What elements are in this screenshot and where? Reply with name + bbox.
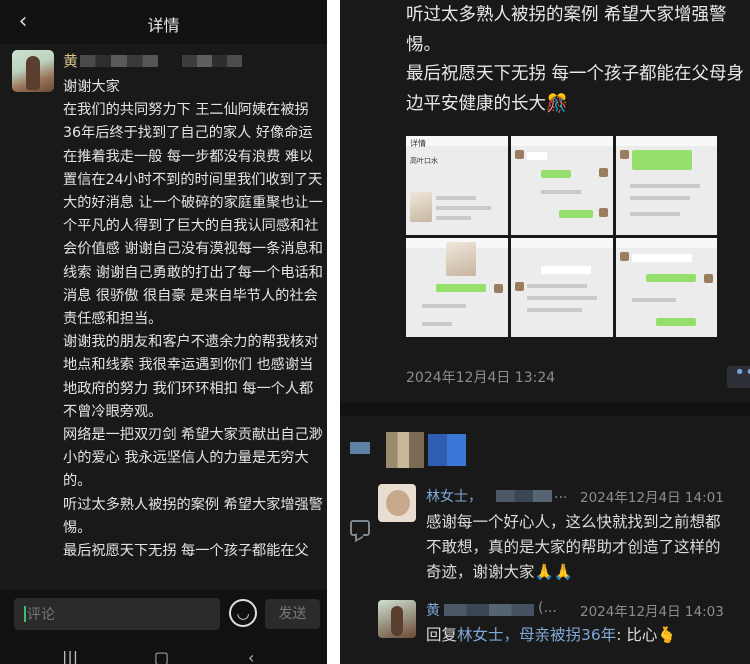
comment-text: 回复林女士，母亲被拐36年: 比心🫰	[426, 623, 736, 648]
image-grid: 详情 高叶口水	[406, 136, 717, 337]
post-paragraph: 最后祝愿天下无拐 每一个孩子都能在父母身边平安健康的长大🎊	[406, 64, 745, 114]
liker-avatar[interactable]	[428, 434, 466, 466]
post-message: 谢谢大家 在我们的共同努力下 王二仙阿姨在被拐36年后终于找到了自己的家人 好像…	[63, 76, 325, 563]
comment-timestamp: 2024年12月4日 14:01	[580, 490, 724, 506]
nav-recents-button[interactable]: |||	[62, 648, 78, 664]
text-caret	[24, 606, 26, 622]
post-paragraph: 在我们的共同努力下 王二仙阿姨在被拐36年后终于找到了自己的家人 好像命运在推着…	[63, 102, 323, 328]
like-heart-icon	[350, 442, 370, 454]
image-thumbnail[interactable]	[511, 136, 613, 235]
nav-home-button[interactable]: ▢	[154, 648, 169, 664]
image-thumbnail[interactable]	[511, 238, 613, 337]
nav-back-button[interactable]: ‹	[248, 648, 254, 664]
post-timestamp: 2024年12月4日 13:24	[406, 370, 556, 386]
reply-prefix: 回复	[426, 626, 458, 644]
commenter-avatar[interactable]	[378, 600, 416, 638]
post-paragraph: 听过太多熟人被拐的案例 希望大家增强警惕。	[406, 5, 727, 55]
reply-text: : 比心🫰	[616, 626, 677, 644]
comment-placeholder: 评论	[27, 607, 55, 623]
post-paragraph: 听过太多熟人被拐的案例 希望大家增强警惕。	[63, 496, 323, 536]
comment-text: 感谢每一个好心人，这么快就找到之前想都不敢想，真的是大家的帮助才创造了这样的奇迹…	[426, 513, 721, 581]
name-ellipsis: ...	[554, 486, 568, 502]
image-thumbnail[interactable]: 详情 高叶口水	[406, 136, 508, 235]
name-ellipsis: (...	[538, 600, 557, 616]
commenter-name[interactable]: 黄	[426, 600, 440, 620]
post-paragraph: 网络是一把双刃剑 希望大家贡献出自己渺小的爱心 我永远坚信人的力量是无穷大的。	[63, 427, 323, 490]
post-paragraph: 谢谢我的朋友和客户不遗余力的帮我核对地点和线索 我很幸运遇到你们 也感谢当地政府…	[63, 334, 319, 420]
comment-timestamp: 2024年12月4日 14:03	[580, 604, 724, 620]
divider	[327, 0, 340, 664]
page-title: 详情	[147, 16, 180, 35]
commenter-name[interactable]: 林女士，	[426, 486, 482, 506]
image-thumbnail[interactable]	[406, 238, 508, 337]
author-name[interactable]: 黄	[63, 50, 78, 71]
thumb-label: 详情	[410, 139, 426, 148]
commenter-avatar[interactable]	[378, 484, 416, 522]
more-options-button[interactable]: ••	[727, 364, 750, 388]
smiley-icon: ◡	[236, 604, 250, 622]
right-screenshot: 听过太多熟人被拐的案例 希望大家增强警惕。 最后祝愿天下无拐 每一个孩子都能在父…	[340, 0, 750, 664]
redacted-name-2	[182, 55, 242, 67]
section-divider	[340, 402, 750, 416]
post-paragraph: 最后祝愿天下无拐 每一个孩子都能在父	[63, 543, 309, 560]
comment-input[interactable]: 评论	[14, 598, 220, 630]
liker-avatar[interactable]	[386, 432, 424, 468]
send-button[interactable]: 发送	[265, 599, 320, 629]
redacted-name	[444, 604, 534, 616]
comment-icon	[350, 520, 370, 536]
reply-to-name[interactable]: 林女士，母亲被拐36年	[457, 626, 616, 644]
image-thumbnail[interactable]	[616, 136, 717, 235]
header-bar: ‹ 详情	[0, 0, 327, 44]
thumb-caption: 高叶口水	[410, 157, 438, 165]
image-thumbnail[interactable]	[616, 238, 717, 337]
post-paragraph: 谢谢大家	[63, 79, 120, 95]
author-avatar[interactable]	[12, 50, 54, 92]
redacted-name	[496, 490, 552, 502]
emoji-button[interactable]: ◡	[229, 599, 257, 627]
left-screenshot: ‹ 详情 黄 谢谢大家 在我们的共同努力下 王二仙阿姨在被拐36年后终于找到了自…	[0, 0, 327, 664]
post-message: 听过太多熟人被拐的案例 希望大家增强警惕。 最后祝愿天下无拐 每一个孩子都能在父…	[406, 1, 746, 119]
comment-bar: 评论 ◡ 发送 ||| ▢ ‹	[0, 590, 327, 664]
redacted-name	[80, 55, 158, 67]
